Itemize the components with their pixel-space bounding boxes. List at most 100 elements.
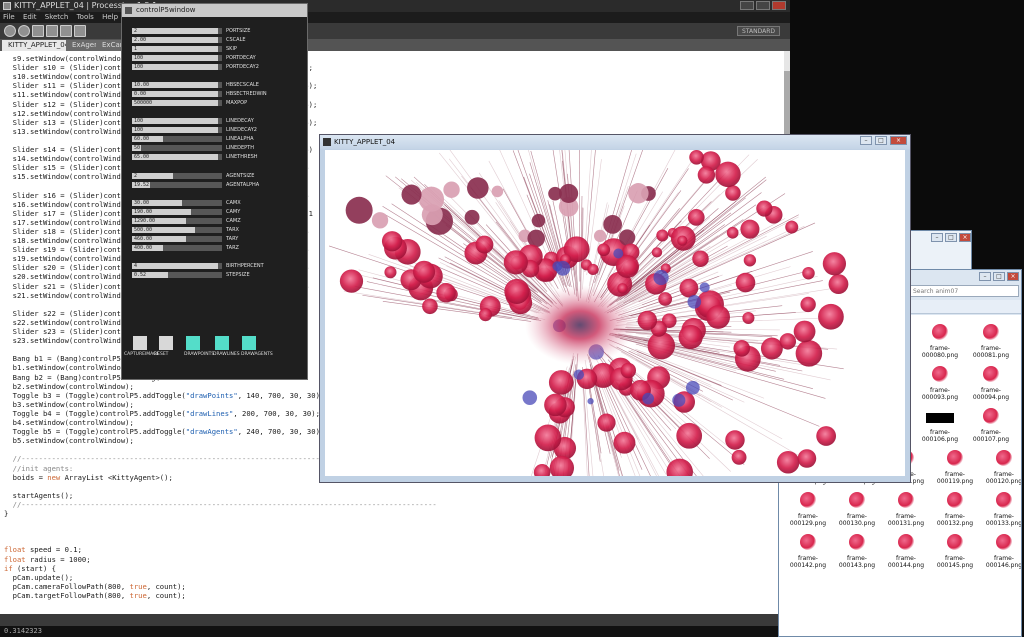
slider-tarz[interactable]: 400.00 TARZ — [132, 245, 239, 251]
slider-birthpercent[interactable]: 4 BIRTHPERCENT — [132, 263, 264, 269]
file-thumbnail[interactable]: frame-000081.png — [967, 319, 1015, 361]
file-thumbnail[interactable]: frame-000131.png — [882, 487, 930, 529]
file-thumbnail[interactable]: frame-000094.png — [967, 361, 1015, 403]
file-thumbnail[interactable]: frame-000132.png — [931, 487, 979, 529]
slider-portdecay[interactable]: 100 PORTDECAY — [132, 55, 256, 61]
minimize-icon[interactable]: – — [860, 136, 872, 145]
close-icon[interactable]: × — [1007, 272, 1019, 281]
slider-cscale[interactable]: 2.00 CSCALE — [132, 37, 246, 43]
slider-value: 2 — [134, 28, 138, 34]
file-name: frame-000132.png — [936, 513, 974, 527]
slider-portsize[interactable]: 2 PORTSIZE — [132, 28, 250, 34]
slider-hbsecscale[interactable]: 10.00 HBSECSCALE — [132, 82, 259, 88]
new-icon[interactable] — [32, 25, 44, 37]
mode-selector[interactable]: STANDARD — [736, 26, 780, 36]
slider-fill — [132, 55, 218, 61]
image-thumbnail-icon — [941, 532, 969, 554]
slider-agentsize[interactable]: 2 AGENTSIZE — [132, 173, 254, 179]
slider-linedecay2[interactable]: 100 LINEDECAY2 — [132, 127, 257, 133]
code-token: radius = 1000; — [25, 554, 91, 564]
file-thumbnail[interactable]: frame-000129.png — [784, 487, 832, 529]
slider-camx[interactable]: 30.00 CAMX — [132, 200, 241, 206]
slider-hbsectredwin[interactable]: 0.00 HBSECTREDWIN — [132, 91, 267, 97]
menu-file[interactable]: File — [0, 13, 18, 21]
slider-linedepth[interactable]: 50 LINEDEPTH — [132, 145, 254, 151]
slider-tary[interactable]: 460.00 TARY — [132, 236, 238, 242]
slider-label: PORTDECAY — [226, 55, 256, 61]
open-icon[interactable] — [46, 25, 58, 37]
code-token: Toggle b4 = (Toggle)controlP5.addToggle( — [4, 408, 186, 418]
file-name: frame-000094.png — [972, 387, 1010, 401]
code-line: b3.setWindow(controlWindow); — [4, 400, 134, 409]
toggle-captureimage[interactable] — [133, 336, 147, 350]
run-icon[interactable] — [4, 25, 16, 37]
slider-skip[interactable]: 1 SKIP — [132, 46, 237, 52]
file-thumbnail[interactable]: frame-000119.png — [931, 445, 979, 487]
slider-linethresh[interactable]: 65.00 LINETHRESH — [132, 154, 258, 160]
slider-value: 500000 — [134, 100, 153, 106]
menu-tools[interactable]: Tools — [74, 13, 97, 21]
toggle-reset[interactable] — [159, 336, 173, 350]
file-thumbnail[interactable]: frame-000146.png — [980, 529, 1021, 571]
menu-sketch[interactable]: Sketch — [42, 13, 72, 21]
file-thumbnail[interactable]: frame-000107.png — [967, 403, 1015, 445]
slider-linedecay[interactable]: 100 LINEDECAY — [132, 118, 254, 124]
slider-camy[interactable]: 190.00 CAMY — [132, 209, 240, 215]
file-thumbnail[interactable]: frame-000133.png — [980, 487, 1021, 529]
file-thumbnail[interactable]: frame-000093.png — [916, 361, 964, 403]
slider-label: MAXPOP — [226, 100, 248, 106]
slider-camz[interactable]: 1290.00 CAMZ — [132, 218, 241, 224]
code-token: , 140, 700, 30, 30); — [237, 390, 325, 400]
minimize-icon[interactable] — [740, 1, 754, 10]
toggle-drawpoints[interactable] — [186, 336, 200, 350]
code-token: b2.setWindow(controlWindow); — [4, 381, 134, 391]
maximize-icon[interactable]: □ — [993, 272, 1005, 281]
slider-value: 1290.00 — [134, 218, 156, 224]
stop-icon[interactable] — [18, 25, 30, 37]
slider-fill — [132, 64, 218, 70]
close-icon[interactable]: × — [890, 136, 907, 145]
close-icon[interactable] — [772, 1, 786, 10]
code-token: true — [129, 590, 147, 600]
code-token: pCam.targetFollowPath(800, — [4, 590, 130, 600]
code-token: if — [4, 563, 13, 573]
code-token: s19.setWindow(controlWindow); — [4, 254, 139, 264]
slider-stepsize[interactable]: 0.52 STEPSIZE — [132, 272, 250, 278]
file-thumbnail[interactable]: frame-000130.png — [833, 487, 881, 529]
file-thumbnail[interactable]: frame-000106.png — [916, 403, 964, 445]
slider-linealpha[interactable]: 60.00 LINEALPHA — [132, 136, 254, 142]
save-icon[interactable] — [60, 25, 72, 37]
file-thumbnail[interactable]: frame-000144.png — [882, 529, 930, 571]
slider-value: 10.00 — [134, 82, 150, 88]
search-input[interactable]: Search anim07 — [909, 285, 1019, 297]
toggle-drawlines[interactable] — [215, 336, 229, 350]
file-thumbnail[interactable]: frame-000120.png — [980, 445, 1021, 487]
maximize-icon[interactable] — [756, 1, 770, 10]
file-thumbnail[interactable]: frame-000080.png — [916, 319, 964, 361]
menu-help[interactable]: Help — [99, 13, 121, 21]
code-line: pCam.update(); — [4, 573, 74, 582]
toggle-drawagents[interactable] — [242, 336, 256, 350]
slider-portdecay2[interactable]: 100 PORTDECAY2 — [132, 64, 259, 70]
file-thumbnail[interactable]: frame-000143.png — [833, 529, 881, 571]
file-thumbnail[interactable]: frame-000142.png — [784, 529, 832, 571]
slider-maxpop[interactable]: 500000 MAXPOP — [132, 100, 247, 106]
file-thumbnail[interactable]: frame-000145.png — [931, 529, 979, 571]
maximize-icon[interactable]: □ — [945, 233, 957, 242]
minimize-icon[interactable]: – — [979, 272, 991, 281]
applet-title-text: KITTY_APPLET_04 — [334, 138, 396, 146]
menu-edit[interactable]: Edit — [20, 13, 40, 21]
slider-value: 19.52 — [134, 182, 150, 188]
tab-kitty-applet[interactable]: KITTY_APPLET_04 — [2, 40, 76, 51]
slider-agentalpha[interactable]: 19.52 AGENTALPHA — [132, 182, 259, 188]
minimize-icon[interactable]: – — [931, 233, 943, 242]
code-token: , count); — [146, 581, 186, 591]
maximize-icon[interactable]: □ — [875, 136, 887, 145]
slider-label: LINEDEPTH — [226, 145, 254, 151]
close-icon[interactable]: × — [959, 233, 971, 242]
slider-value: 0.52 — [134, 272, 147, 278]
applet-canvas[interactable] — [325, 150, 905, 476]
slider-tarx[interactable]: 500.00 TARX — [132, 227, 239, 233]
code-token: , count); — [146, 590, 186, 600]
export-icon[interactable] — [74, 25, 86, 37]
